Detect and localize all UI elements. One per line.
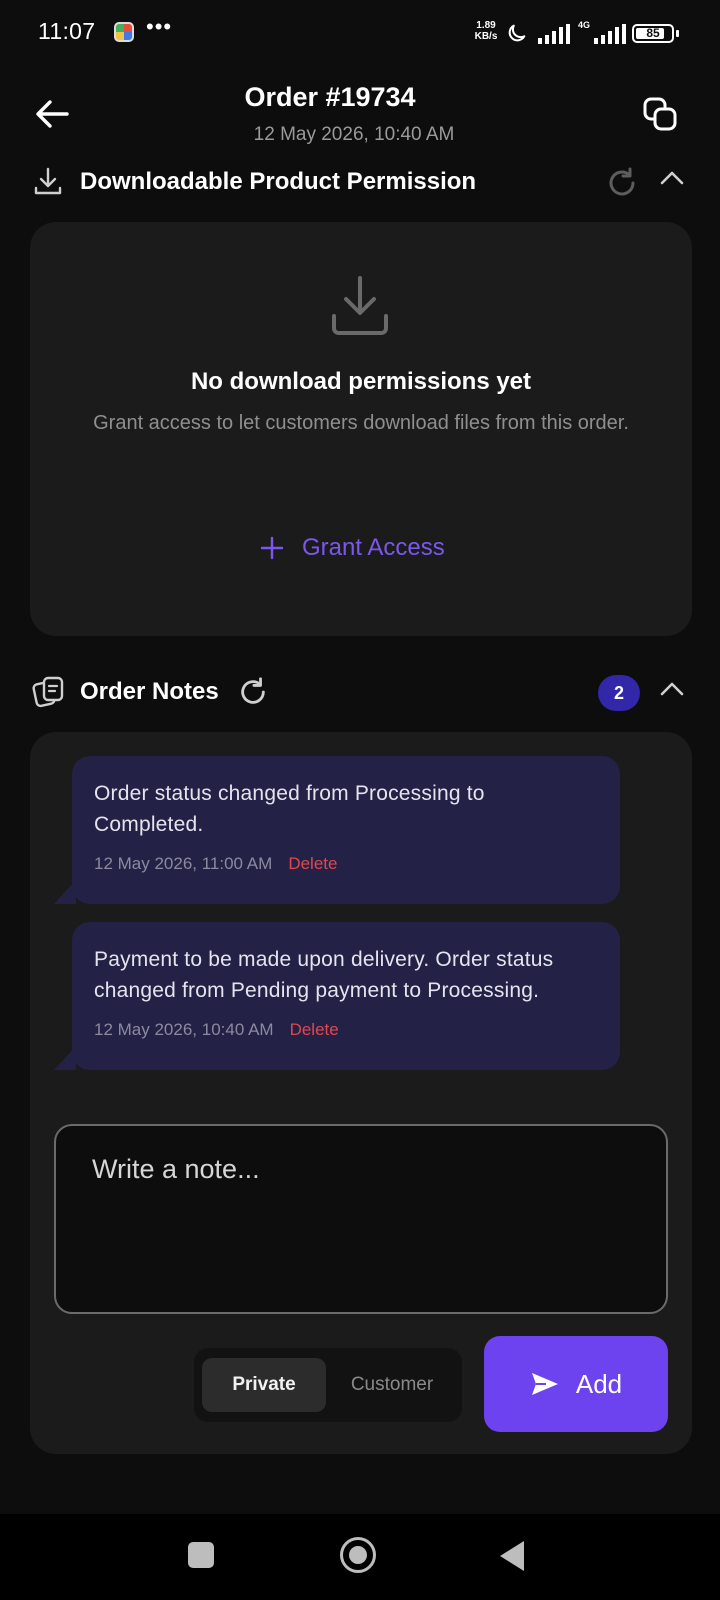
network-speed-unit: KB/s xyxy=(474,31,498,42)
copy-icon xyxy=(643,97,677,131)
moon-icon xyxy=(506,22,528,49)
collapse-notes-button[interactable] xyxy=(660,681,684,702)
network-speed: 1.89 KB/s xyxy=(470,20,502,42)
section-title-downloads: Downloadable Product Permission xyxy=(80,168,477,195)
note-text: Payment to be made upon delivery. Order … xyxy=(94,948,554,1002)
note-date: 12 May 2026, 10:40 AM xyxy=(94,1020,274,1039)
status-time: 11:07 xyxy=(38,18,96,44)
page-subtitle: 12 May 2026, 10:40 AM xyxy=(253,124,455,145)
note-bubble: Order status changed from Processing to … xyxy=(54,756,620,904)
collapse-downloads-button[interactable] xyxy=(660,170,684,191)
refresh-icon xyxy=(241,677,265,704)
network-speed-value: 1.89 xyxy=(476,20,496,31)
empty-state-title: No download permissions yet xyxy=(190,368,532,395)
grant-access-label: Grant Access xyxy=(302,534,445,561)
note-tail xyxy=(54,1046,76,1070)
battery-nub xyxy=(676,30,679,37)
note-date: 12 May 2026, 11:00 AM xyxy=(94,854,273,873)
notes-icon xyxy=(32,674,66,713)
signal-icon xyxy=(538,24,572,49)
note-type-toggle: Private Customer xyxy=(194,1348,462,1422)
download-empty-icon xyxy=(326,272,394,345)
refresh-icon xyxy=(609,167,635,196)
battery-icon: 85 xyxy=(632,24,674,43)
signal-4g-icon xyxy=(594,24,628,49)
section-title-notes: Order Notes xyxy=(80,678,219,705)
notes-count-badge: 2 xyxy=(598,675,640,711)
home-icon xyxy=(349,1546,367,1564)
note-input[interactable] xyxy=(54,1124,668,1314)
delete-note-button[interactable]: Delete xyxy=(290,1020,339,1040)
download-icon xyxy=(32,166,64,203)
page-title: Order #19734 xyxy=(244,82,416,112)
grant-access-button[interactable]: Grant Access xyxy=(250,524,455,572)
toggle-private[interactable]: Private xyxy=(202,1358,326,1412)
copy-button[interactable] xyxy=(638,92,682,136)
empty-state-description: Grant access to let customers download f… xyxy=(93,412,629,434)
refresh-notes-button[interactable] xyxy=(237,676,269,713)
recents-button[interactable] xyxy=(188,1542,214,1568)
note-bubble: Payment to be made upon delivery. Order … xyxy=(54,922,620,1070)
plus-icon xyxy=(260,536,284,560)
send-icon xyxy=(531,1373,558,1395)
chevron-up-icon xyxy=(660,682,684,696)
app-notification-icon xyxy=(114,22,134,42)
delete-note-button[interactable]: Delete xyxy=(288,854,337,874)
note-text: Order status changed from Processing to … xyxy=(94,782,485,836)
network-type: 4G xyxy=(578,20,591,30)
add-note-label: Add xyxy=(575,1368,623,1399)
battery-level: 85 xyxy=(646,26,660,40)
more-notifications-icon: ••• xyxy=(146,14,173,39)
add-note-button[interactable]: Add xyxy=(484,1336,668,1432)
home-button[interactable] xyxy=(340,1537,376,1573)
chevron-up-icon xyxy=(660,171,684,185)
toggle-customer[interactable]: Customer xyxy=(330,1358,454,1412)
note-tail xyxy=(54,880,76,904)
refresh-downloads-button[interactable] xyxy=(605,166,639,205)
system-back-button[interactable] xyxy=(500,1541,524,1571)
